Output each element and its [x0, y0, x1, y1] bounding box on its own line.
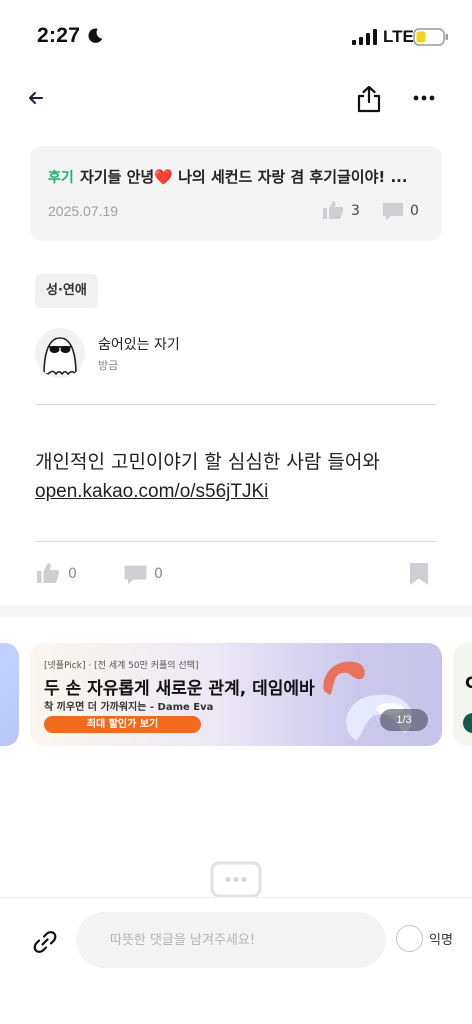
avatar-character-icon: [35, 328, 85, 378]
banner-next-image: [463, 713, 472, 733]
attach-link-icon[interactable]: [30, 927, 60, 957]
banner-next-slide[interactable]: C: [453, 643, 472, 746]
category-chip[interactable]: 성·연애: [35, 274, 98, 308]
post-link[interactable]: open.kakao.com/o/s56jTJKi: [35, 477, 268, 507]
post-body: 개인적인 고민이야기 할 심심한 사람 들어와: [35, 451, 380, 473]
banner-cta-button[interactable]: 최대 할인가 보기: [44, 716, 201, 733]
divider: [35, 404, 437, 405]
banner-next-text: C: [465, 673, 472, 692]
banner-subtitle: 착 끼우면 더 가까워지는 - Dame Eva: [44, 702, 214, 713]
ref-post-title: 자기들 안녕❤️ 나의 세컨드 자랑 겸 후기글이야! ...: [80, 168, 408, 186]
status-time: 2:27: [37, 24, 81, 47]
signal-icon: [352, 29, 377, 45]
banner-headline: 두 손 자유롭게 새로운 관계, 데임에바: [44, 679, 315, 699]
battery-icon: [413, 28, 448, 46]
comment-button[interactable]: [123, 564, 148, 585]
post-timestamp: 방금: [98, 359, 119, 372]
section-separator: [0, 605, 472, 617]
anonymous-checkbox[interactable]: [396, 925, 423, 952]
banner-prev-slide[interactable]: [0, 643, 19, 746]
banner-kicker: [넷플Pick] · [전 세계 50만 커플의 선택]: [44, 661, 199, 671]
referenced-post-card[interactable]: 후기 자기들 안녕❤️ 나의 세컨드 자랑 겸 후기글이야! ... 2025.…: [30, 146, 442, 241]
chat-bubble-icon[interactable]: [209, 861, 263, 901]
ref-post-like-count: 3: [351, 203, 360, 219]
divider: [35, 541, 437, 542]
comment-count: 0: [154, 566, 163, 582]
ref-post-tag: 후기: [48, 170, 74, 186]
ad-banner[interactable]: [넷플Pick] · [전 세계 50만 커플의 선택] 두 손 자유롭게 새로…: [30, 643, 442, 746]
more-options-button[interactable]: [410, 86, 438, 110]
status-bar: 2:27 LTE: [0, 0, 472, 70]
network-label: LTE: [383, 27, 414, 46]
like-button[interactable]: [36, 562, 60, 584]
avatar: [35, 328, 85, 378]
banner-page-indicator: 1/3: [380, 709, 428, 731]
like-count: 0: [68, 566, 77, 582]
comment-icon: [383, 203, 403, 220]
bookmark-button[interactable]: [409, 562, 429, 586]
back-button[interactable]: [24, 86, 48, 110]
author-name[interactable]: 숨어있는 자기: [98, 334, 180, 354]
product-image: [323, 661, 414, 742]
share-button[interactable]: [354, 84, 384, 114]
anonymous-label: 익명: [429, 933, 453, 948]
moon-icon: [88, 28, 103, 43]
comment-input[interactable]: [76, 912, 386, 968]
ref-post-comment-count: 0: [410, 203, 419, 219]
thumbs-up-icon: [323, 201, 344, 219]
ref-post-date: 2025.07.19: [48, 203, 119, 219]
